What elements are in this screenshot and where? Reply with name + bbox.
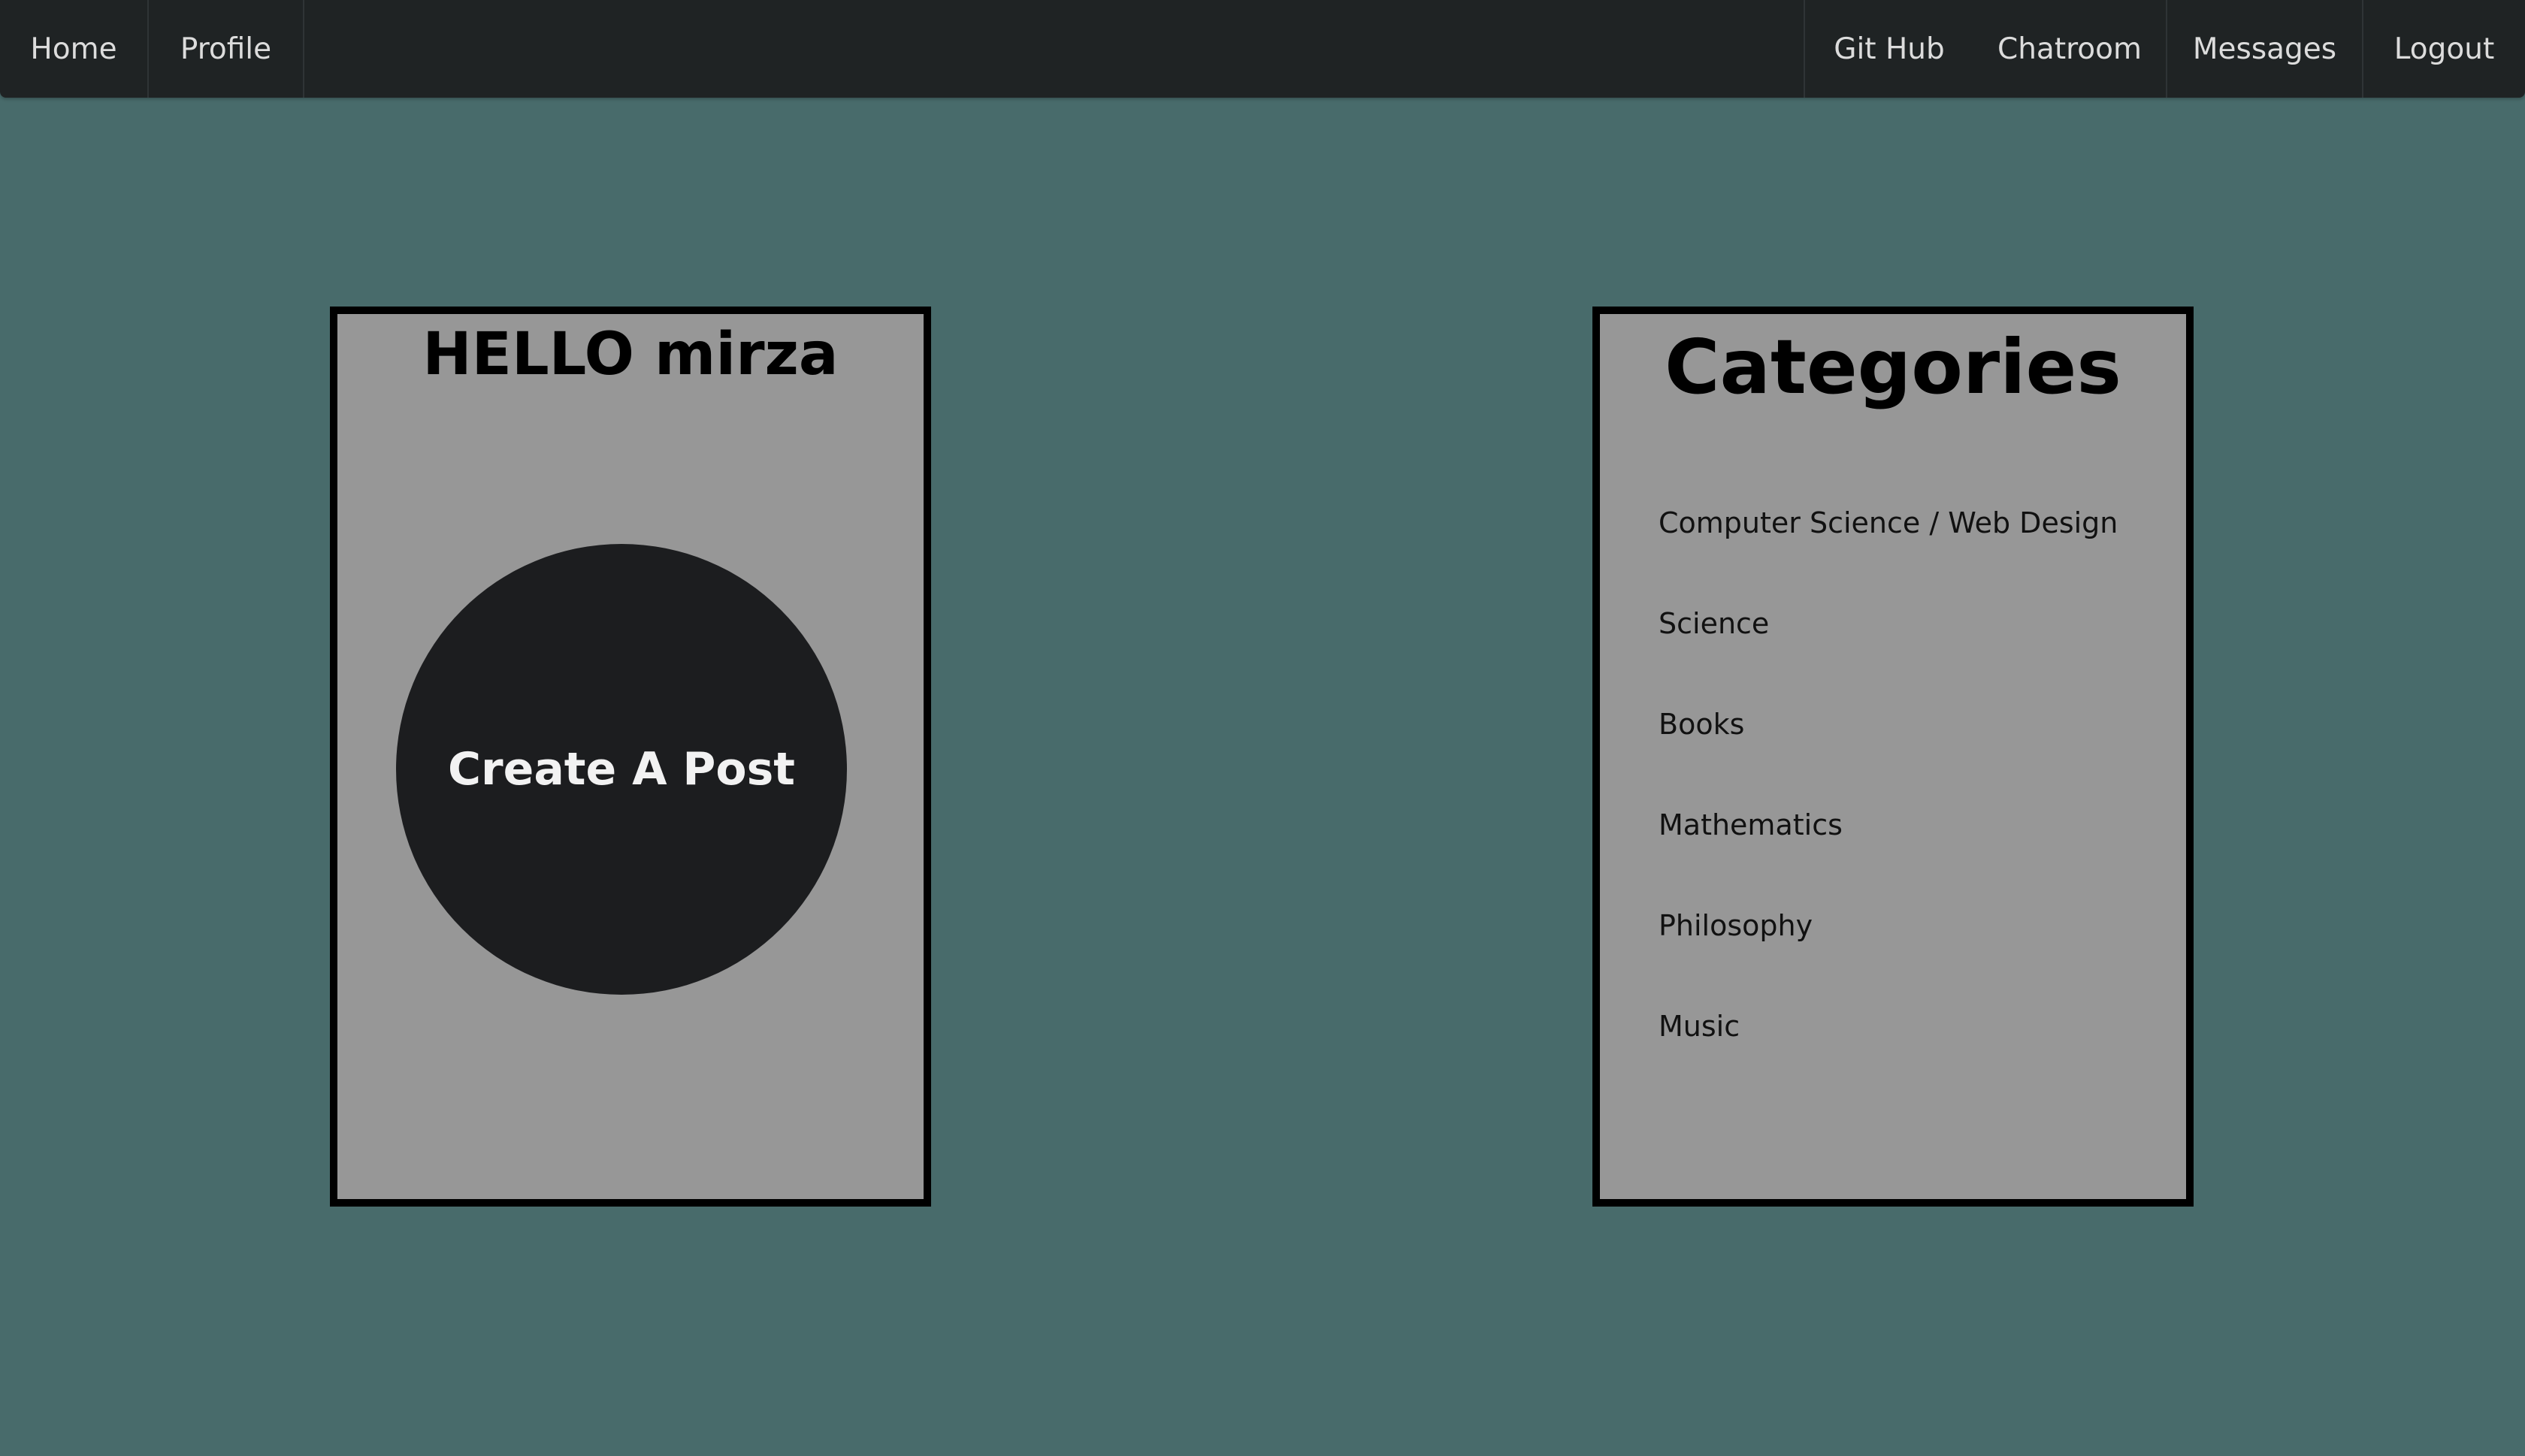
category-item-philosophy[interactable]: Philosophy (1659, 896, 2118, 996)
navbar-right-group: Git Hub Chatroom Messages Logout (1804, 0, 2525, 98)
nav-logout-link[interactable]: Logout (2363, 0, 2525, 98)
create-post-button[interactable]: Create A Post (396, 544, 847, 995)
nav-messages-link[interactable]: Messages (2166, 0, 2363, 98)
categories-heading: Categories (1665, 323, 2121, 411)
nav-home-link[interactable]: Home (0, 0, 149, 98)
category-list: Computer Science / Web Design Science Bo… (1659, 493, 2118, 1097)
category-item-music[interactable]: Music (1659, 996, 2118, 1097)
nav-github-link[interactable]: Git Hub (1804, 0, 1973, 98)
navbar-left-group: Home Profile (0, 0, 304, 98)
greeting-card: HELLO mirza Create A Post (330, 307, 931, 1207)
category-item-computer-science[interactable]: Computer Science / Web Design (1659, 493, 2118, 594)
nav-profile-link[interactable]: Profile (149, 0, 304, 98)
category-item-books[interactable]: Books (1659, 694, 2118, 795)
category-item-science[interactable]: Science (1659, 594, 2118, 694)
top-navbar: Home Profile Git Hub Chatroom Messages L… (0, 0, 2525, 98)
nav-chatroom-link[interactable]: Chatroom (1973, 0, 2166, 98)
greeting-heading: HELLO mirza (422, 321, 839, 388)
category-item-mathematics[interactable]: Mathematics (1659, 795, 2118, 896)
categories-card: Categories Computer Science / Web Design… (1592, 307, 2194, 1207)
